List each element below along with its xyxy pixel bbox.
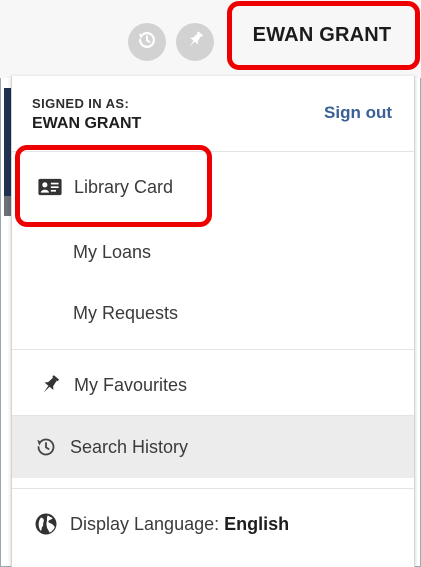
pin-icon — [38, 373, 62, 397]
search-history-label: Search History — [70, 436, 189, 457]
history-icon — [34, 435, 58, 459]
signed-in-label: SIGNED IN AS: — [32, 96, 130, 111]
signed-in-name: EWAN GRANT — [32, 115, 142, 132]
history-icon — [136, 29, 158, 56]
library-card-label: Library Card — [74, 176, 174, 197]
divider — [12, 151, 414, 152]
my-requests-label: My Requests — [73, 302, 179, 323]
menu-item-my-loans[interactable]: My Loans — [12, 229, 414, 275]
my-loans-label: My Loans — [73, 241, 152, 262]
globe-icon — [34, 512, 58, 536]
id-card-icon — [38, 175, 62, 199]
user-dropdown-menu: SIGNED IN AS: EWAN GRANT Sign out Librar… — [11, 76, 415, 567]
menu-item-search-history[interactable]: Search History — [12, 416, 414, 478]
display-language-label: Display Language: — [70, 513, 220, 534]
divider — [12, 349, 414, 350]
menu-item-my-requests[interactable]: My Requests — [12, 290, 414, 336]
display-language-selector[interactable]: Display Language: English — [12, 501, 414, 547]
divider — [12, 488, 414, 489]
search-history-button[interactable] — [128, 23, 166, 61]
user-name: EWAN GRANT — [252, 23, 392, 46]
user-menu-button[interactable]: EWAN GRANT — [228, 4, 416, 66]
my-favourites-label: My Favourites — [74, 374, 188, 395]
sign-out-link[interactable]: Sign out — [324, 103, 392, 123]
menu-item-library-card[interactable]: Library Card — [12, 164, 414, 210]
favourites-button[interactable] — [176, 23, 214, 61]
menu-item-my-favourites[interactable]: My Favourites — [12, 362, 414, 408]
display-language-value: English — [224, 513, 290, 534]
pin-icon — [184, 29, 206, 56]
